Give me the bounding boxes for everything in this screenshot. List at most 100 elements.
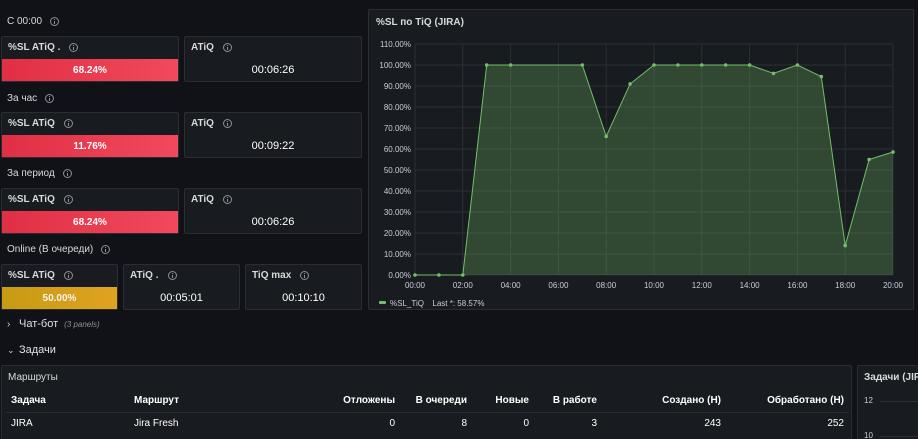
table-cell: 252 [726,411,849,435]
legend-stat: Last *: 58.57% [432,299,484,308]
stat-value: 00:10:10 [282,292,325,304]
routes-title[interactable]: Маршруты [8,372,58,383]
legend-label: %SL_TiQ [390,299,424,308]
x-tick-label: 02:00 [453,281,474,290]
stat-sl-atiq-online: %SL ATiQ 50.00% [1,264,118,310]
data-point [771,71,776,76]
info-icon[interactable] [63,119,73,128]
y-tick-label: 0.00% [388,271,411,280]
data-point [891,150,895,154]
info-icon[interactable] [167,271,177,280]
column-header[interactable]: Обработано (Н) [726,390,849,412]
stat-value: 00:06:26 [251,216,295,228]
info-icon[interactable] [63,195,73,204]
chevron-right-icon: › [7,318,11,330]
sl-tiq-chart: 0.00% 10.00% 20.00% 30.00% 40.00% 50.00% 60.00… [379,40,904,308]
stat-value: 00:06:26 [251,64,295,76]
row-title-online[interactable]: Online (В очереди) [7,244,111,255]
data-point [795,63,800,67]
y-tick-label: 20.00% [384,229,411,238]
column-header[interactable]: В работе [534,390,602,412]
data-point [437,273,441,277]
data-point [413,273,417,277]
info-icon[interactable] [300,271,310,280]
data-point [652,63,656,67]
stat-sl-atiq-per-period: %SL ATiQ 68.24% [1,188,179,234]
info-icon[interactable] [45,94,55,103]
y-tick-label: 12 [864,396,873,405]
tasks-chart-panel: Задачи (JIR 12 10 [857,365,918,439]
y-tick-label: 110.00% [380,40,411,49]
column-header[interactable]: Новые [472,390,534,412]
x-tick-label: 14:00 [740,281,761,290]
data-point [604,134,608,139]
row-title-per-hour[interactable]: За час [7,93,55,104]
column-header[interactable]: Создано (Н) [602,390,726,412]
y-tick-label: 100.00% [379,61,411,70]
stat-value: 50.00% [2,287,117,309]
y-tick-label: 30.00% [384,208,411,217]
stat-sl-atiq-since-midnight: %SL ATiQ . 68.24% [1,36,179,82]
y-tick-label: 60.00% [384,145,411,154]
data-point [628,82,632,86]
table-header-row: Задача Маршрут Отложены В очереди Новые … [6,390,849,412]
info-icon[interactable] [69,43,79,52]
chevron-down-icon: ⌄ [7,344,15,355]
row-tasks[interactable]: ⌄ Задачи [7,344,56,356]
y-tick-label: 10 [864,431,873,439]
data-point [508,63,513,67]
info-icon[interactable] [62,169,72,178]
y-tick-label: 10.00% [384,250,411,259]
table-cell: Jira Fresh [129,411,304,435]
data-point [867,157,871,162]
x-tick-label: 04:00 [501,281,522,290]
routes-table-panel: Маршруты Задача Маршрут Отложены В очере… [1,365,852,439]
data-point [723,63,728,67]
data-point [676,63,680,67]
routes-table: Задача Маршрут Отложены В очереди Новые … [6,390,849,435]
table-row[interactable]: JIRA Jira Fresh 0 8 0 3 243 252 [6,411,849,435]
y-tick-label: 80.00% [384,103,411,112]
y-tick-label: 90.00% [384,82,411,91]
stat-value: 11.76% [2,135,178,157]
x-tick-label: 18:00 [835,281,856,290]
grid-line [880,401,918,402]
column-header[interactable]: Маршрут [129,390,304,412]
data-point [700,63,704,67]
info-icon[interactable] [222,195,232,204]
stat-value: 68.24% [2,59,178,81]
info-icon[interactable] [222,119,232,128]
x-tick-label: 00:00 [405,281,426,290]
info-icon[interactable] [101,245,111,254]
grid-line [880,436,918,437]
y-tick-label: 50.00% [384,166,411,175]
stat-atiq-per-period: ATiQ 00:06:26 [184,188,362,234]
column-header[interactable]: Отложены [304,390,400,412]
row-title-per-period[interactable]: За период [7,168,72,179]
table-cell: 0 [472,411,534,435]
tasks-chart-title[interactable]: Задачи (JIR [864,372,918,383]
legend-swatch [379,301,386,304]
table-cell: 0 [304,411,400,435]
data-point [843,243,847,248]
y-tick-label: 40.00% [384,187,411,196]
info-icon[interactable] [50,17,60,26]
column-header[interactable]: Задача [6,390,129,412]
y-tick-label: 70.00% [384,124,411,133]
stat-value: 68.24% [2,211,178,233]
data-point [747,63,752,67]
x-tick-label: 08:00 [596,281,617,290]
x-tick-label: 12:00 [692,281,713,290]
stat-atiq-since-midnight: ATiQ 00:06:26 [184,36,362,82]
sl-tiq-chart-panel: %SL по TiQ (JIRA) 0.00% 10.00% 20.00% 30.00… [368,9,914,310]
info-icon[interactable] [222,43,232,52]
row-chatbot[interactable]: › Чат-бот (3 panels) [7,318,100,330]
x-tick-label: 20:00 [883,281,904,290]
row-title-since-midnight[interactable]: С 00:00 [7,16,60,27]
table-cell: 3 [534,411,602,435]
column-header[interactable]: В очереди [400,390,472,412]
table-cell: 243 [602,411,726,435]
stat-tiq-max-online: TiQ max 00:10:10 [245,264,362,310]
data-point [580,63,585,67]
info-icon[interactable] [63,271,73,280]
